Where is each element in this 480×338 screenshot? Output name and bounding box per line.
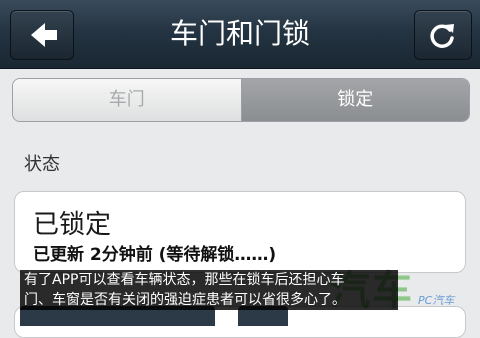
refresh-button[interactable] <box>414 10 472 60</box>
watermark-logo: PC汽车 <box>418 294 455 307</box>
status-value: 已锁定 <box>33 210 112 240</box>
tab-door[interactable]: 车门 <box>13 79 242 121</box>
caption-line-1: 有了APP可以查看车辆状态，那些在锁车后还担心车 <box>24 272 345 288</box>
caption-overlay: 有了APP可以查看车辆状态，那些在锁车后还担心车 门、车窗是否有关闭的强迫症患者… <box>20 270 398 310</box>
nav-bar: 车门和门锁 <box>0 0 480 69</box>
status-updated-text: 已更新 2分钟前 (等待解锁……) <box>33 245 277 265</box>
refresh-icon <box>430 24 454 48</box>
status-section-label: 状态 <box>24 154 60 175</box>
caption-line-2: 门、车窗是否有关闭的强迫症患者可以省很多心了。 <box>24 292 346 308</box>
page-title: 车门和门锁 <box>169 17 310 50</box>
tab-lock[interactable]: 锁定 <box>241 79 469 121</box>
door-lock-segmented-control: 车门 锁定 <box>12 78 470 122</box>
